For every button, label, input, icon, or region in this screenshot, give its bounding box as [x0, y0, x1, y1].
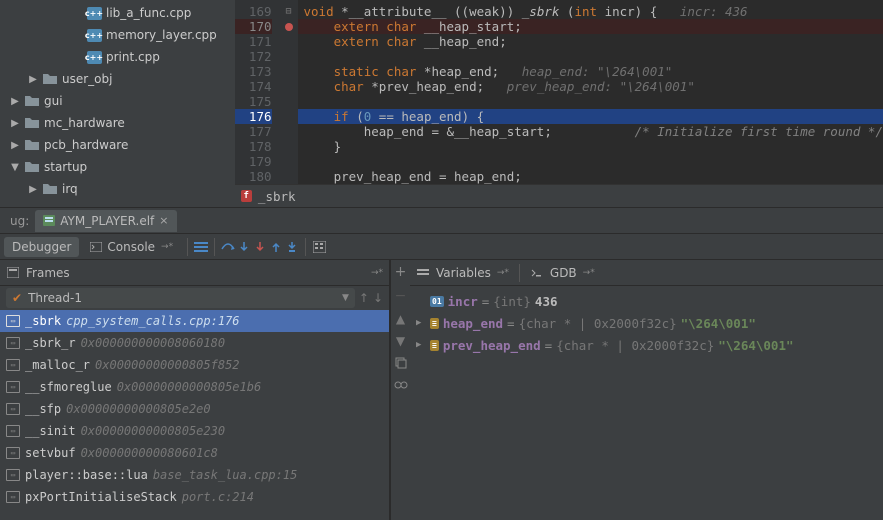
run-config-tab[interactable]: AYM_PLAYER.elf ×: [35, 210, 176, 232]
link-icon[interactable]: [394, 378, 408, 392]
console-icon: [89, 240, 103, 254]
thread-selector[interactable]: ✔ Thread-1 ▼: [6, 288, 355, 308]
stack-frame[interactable]: ▭_sbrk_r 0x000000000008060180: [0, 332, 389, 354]
tree-folder[interactable]: ▶pcb_hardware: [0, 134, 235, 156]
stack-frame[interactable]: ▭__sfmoreglue 0x00000000000805e1b6: [0, 376, 389, 398]
expand-icon[interactable]: ▶: [10, 140, 20, 151]
debug-label: ug:: [4, 214, 35, 228]
variables-pane: Variables →* GDB →* 01 incr = {int} 436▶…: [410, 260, 883, 520]
cpp-icon: c++: [87, 7, 102, 20]
expand-icon[interactable]: ▶: [10, 96, 20, 107]
folder-icon: [24, 93, 40, 109]
prev-frame-button[interactable]: ↑: [359, 291, 369, 305]
stack-frame[interactable]: ▭setvbuf 0x000000000080601c8: [0, 442, 389, 464]
run-to-cursor-icon[interactable]: [285, 240, 299, 254]
vars-icon: [416, 266, 430, 280]
frame-icon: ▭: [6, 403, 20, 415]
expand-icon[interactable]: ▶: [10, 118, 20, 129]
tab-debugger[interactable]: Debugger: [4, 237, 79, 257]
stack-frame[interactable]: ▭_sbrk cpp_system_calls.cpp:176: [0, 310, 389, 332]
gdb-icon: [530, 266, 544, 280]
step-into-icon[interactable]: [237, 240, 251, 254]
chevron-down-icon: ▼: [342, 293, 349, 303]
frame-icon: ▭: [6, 337, 20, 349]
stack-frame[interactable]: ▭player::base::lua base_task_lua.cpp:15: [0, 464, 389, 486]
next-frame-button[interactable]: ↓: [373, 291, 383, 305]
var-badge: ≡: [430, 318, 439, 329]
tab-console[interactable]: Console→*: [81, 237, 181, 257]
gutter-marks: ⊟: [280, 0, 298, 207]
code-area: void *__attribute__ ((weak)) _sbrk (int …: [298, 0, 883, 207]
folder-icon: [42, 71, 58, 87]
cpp-icon: c++: [87, 29, 102, 42]
tree-file[interactable]: c++lib_a_func.cpp: [0, 2, 235, 24]
frames-icon: [6, 266, 20, 280]
tree-file[interactable]: c++print.cpp: [0, 46, 235, 68]
breadcrumb-function[interactable]: _sbrk: [258, 189, 296, 204]
var-badge: 01: [430, 296, 444, 307]
folder-icon: [42, 181, 58, 197]
variable-row[interactable]: ▶≡ prev_heap_end = {char * | 0x2000f32c}…: [410, 334, 883, 356]
elf-icon: [43, 215, 55, 226]
tree-file[interactable]: c++memory_layer.cpp: [0, 24, 235, 46]
project-tree[interactable]: c++lib_a_func.cppc++memory_layer.cppc++p…: [0, 0, 235, 207]
variable-row[interactable]: 01 incr = {int} 436: [410, 290, 883, 312]
tree-folder[interactable]: ▶gui: [0, 90, 235, 112]
breadcrumb: f _sbrk: [235, 184, 883, 207]
frame-icon: ▭: [6, 491, 20, 503]
folder-icon: [24, 137, 40, 153]
frames-side-tools: + − ▲ ▼: [390, 260, 410, 520]
run-tab-bar: ug: AYM_PLAYER.elf ×: [0, 207, 883, 233]
folder-icon: [24, 115, 40, 131]
debug-toolbar: Debugger Console→*: [0, 233, 883, 260]
expand-icon[interactable]: ▶: [28, 74, 38, 85]
frames-pane: Frames →* ✔ Thread-1 ▼ ↑ ↓ ▭_sbrk cpp_sy…: [0, 260, 390, 520]
tree-folder[interactable]: ▶mc_hardware: [0, 112, 235, 134]
frame-icon: ▭: [6, 469, 20, 481]
frame-icon: ▭: [6, 315, 20, 327]
down-button[interactable]: ▼: [396, 334, 405, 348]
frames-title: Frames: [26, 266, 70, 280]
remove-button[interactable]: −: [395, 288, 407, 304]
line-gutter: 169170171172173174175176177178179180: [235, 0, 280, 207]
frame-icon: ▭: [6, 381, 20, 393]
tree-folder[interactable]: ▶irq: [0, 178, 235, 200]
close-icon[interactable]: ×: [159, 214, 168, 227]
tree-folder[interactable]: ▶user_obj: [0, 68, 235, 90]
variable-row[interactable]: ▶≡ heap_end = {char * | 0x2000f32c} "\26…: [410, 312, 883, 334]
threads-icon[interactable]: [194, 240, 208, 254]
stack-frame[interactable]: ▭pxPortInitialiseStack port.c:214: [0, 486, 389, 508]
copy-icon[interactable]: [394, 356, 408, 370]
stack-frame[interactable]: ▭__sfp 0x00000000000805e2e0: [0, 398, 389, 420]
frame-icon: ▭: [6, 447, 20, 459]
folder-icon: [24, 159, 40, 175]
tree-folder[interactable]: ▼startup: [0, 156, 235, 178]
cpp-icon: c++: [87, 51, 102, 64]
add-button[interactable]: +: [395, 264, 407, 280]
step-over-icon[interactable]: [221, 240, 235, 254]
tab-variables[interactable]: Variables: [436, 266, 491, 280]
frame-icon: ▭: [6, 359, 20, 371]
stack-frame[interactable]: ▭_malloc_r 0x00000000000805f852: [0, 354, 389, 376]
check-icon: ✔: [12, 291, 22, 305]
expand-icon[interactable]: ▶: [28, 184, 38, 195]
code-editor[interactable]: 169170171172173174175176177178179180 ⊟ v…: [235, 0, 883, 207]
var-badge: ≡: [430, 340, 439, 351]
frame-list[interactable]: ▭_sbrk cpp_system_calls.cpp:176▭_sbrk_r …: [0, 310, 389, 520]
tab-gdb[interactable]: GDB: [550, 266, 577, 280]
step-out-icon[interactable]: [269, 240, 283, 254]
function-badge: f: [241, 190, 252, 202]
frame-icon: ▭: [6, 425, 20, 437]
stack-frame[interactable]: ▭__sinit 0x00000000000805e230: [0, 420, 389, 442]
variables-list[interactable]: 01 incr = {int} 436▶≡ heap_end = {char *…: [410, 286, 883, 520]
evaluate-icon[interactable]: [312, 240, 326, 254]
up-button[interactable]: ▲: [396, 312, 405, 326]
expand-icon[interactable]: ▼: [10, 162, 20, 173]
force-step-into-icon[interactable]: [253, 240, 267, 254]
